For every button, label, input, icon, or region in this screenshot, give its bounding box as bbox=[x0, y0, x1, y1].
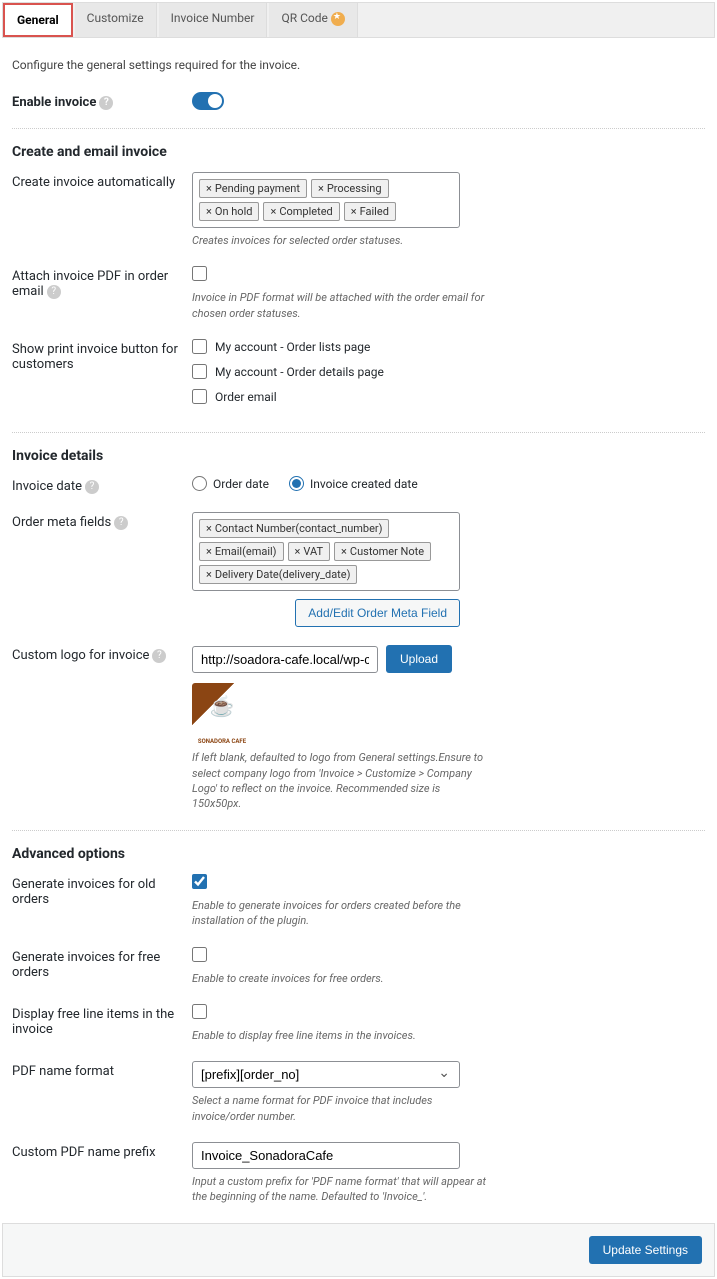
pdf-name-select[interactable]: [prefix][order_no] bbox=[192, 1061, 460, 1088]
tag-item[interactable]: On hold bbox=[199, 202, 259, 221]
order-meta-label: Order meta fields? bbox=[12, 512, 192, 530]
pdf-name-label: PDF name format bbox=[12, 1061, 192, 1079]
invoice-date-radio-order[interactable] bbox=[192, 476, 207, 491]
divider bbox=[12, 830, 705, 831]
divider bbox=[12, 128, 705, 129]
pdf-name-help: Select a name format for PDF invoice tha… bbox=[192, 1093, 492, 1124]
help-icon[interactable]: ? bbox=[47, 285, 61, 299]
logo-label: Custom logo for invoice? bbox=[12, 645, 192, 663]
gen-old-help: Enable to generate invoices for orders c… bbox=[192, 898, 492, 929]
section-advanced: Advanced options bbox=[12, 846, 705, 862]
section-invoice-details: Invoice details bbox=[12, 448, 705, 464]
intro-text: Configure the general settings required … bbox=[12, 58, 705, 72]
attach-pdf-label: Attach invoice PDF in order email? bbox=[12, 266, 192, 299]
enable-invoice-toggle[interactable] bbox=[192, 92, 224, 110]
logo-preview bbox=[192, 683, 252, 728]
logo-brand: SONADORA CAFE bbox=[192, 738, 252, 745]
show-print-label: Show print invoice button for customers bbox=[12, 339, 192, 372]
print-opt-checkbox[interactable] bbox=[192, 364, 207, 379]
print-opt-checkbox[interactable] bbox=[192, 389, 207, 404]
print-opt-label: My account - Order details page bbox=[215, 365, 384, 379]
tag-item[interactable]: Delivery Date(delivery_date) bbox=[199, 565, 357, 584]
add-meta-button[interactable]: Add/Edit Order Meta Field bbox=[295, 599, 460, 627]
footer-bar: Update Settings bbox=[2, 1223, 715, 1277]
tab-qr-code[interactable]: QR Code bbox=[269, 3, 357, 37]
invoice-date-label: Invoice date? bbox=[12, 476, 192, 494]
gen-free-help: Enable to create invoices for free order… bbox=[192, 971, 492, 986]
gen-old-label: Generate invoices for old orders bbox=[12, 874, 192, 907]
tab-invoice-number[interactable]: Invoice Number bbox=[159, 3, 268, 37]
help-icon[interactable]: ? bbox=[114, 516, 128, 530]
logo-url-input[interactable] bbox=[192, 646, 378, 673]
crown-icon bbox=[331, 12, 345, 26]
tab-general[interactable]: General bbox=[3, 3, 73, 37]
upload-button[interactable]: Upload bbox=[386, 645, 452, 673]
radio-label: Invoice created date bbox=[310, 477, 418, 491]
tag-item[interactable]: Customer Note bbox=[334, 542, 431, 561]
gen-old-checkbox[interactable] bbox=[192, 874, 207, 889]
tag-item[interactable]: Completed bbox=[263, 202, 339, 221]
pdf-prefix-input[interactable] bbox=[192, 1142, 460, 1169]
create-auto-help: Creates invoices for selected order stat… bbox=[192, 233, 492, 248]
attach-pdf-help: Invoice in PDF format will be attached w… bbox=[192, 290, 492, 321]
help-icon[interactable]: ? bbox=[85, 480, 99, 494]
gen-free-checkbox[interactable] bbox=[192, 947, 207, 962]
update-settings-button[interactable]: Update Settings bbox=[589, 1236, 702, 1264]
print-opt-checkbox[interactable] bbox=[192, 339, 207, 354]
radio-label: Order date bbox=[213, 477, 269, 491]
disp-free-label: Display free line items in the invoice bbox=[12, 1004, 192, 1037]
tag-item[interactable]: Email(email) bbox=[199, 542, 284, 561]
tab-customize[interactable]: Customize bbox=[75, 3, 157, 37]
tabs-bar: General Customize Invoice Number QR Code bbox=[2, 2, 715, 38]
section-create-email: Create and email invoice bbox=[12, 144, 705, 160]
help-icon[interactable]: ? bbox=[152, 649, 166, 663]
help-icon[interactable]: ? bbox=[99, 96, 113, 110]
pdf-prefix-help: Input a custom prefix for 'PDF name form… bbox=[192, 1174, 492, 1205]
pdf-prefix-label: Custom PDF name prefix bbox=[12, 1142, 192, 1160]
print-opt-label: Order email bbox=[215, 390, 277, 404]
logo-help: If left blank, defaulted to logo from Ge… bbox=[192, 750, 492, 812]
invoice-date-radio-created[interactable] bbox=[289, 476, 304, 491]
order-meta-tagbox[interactable]: Contact Number(contact_number) Email(ema… bbox=[192, 512, 460, 591]
tag-item[interactable]: Contact Number(contact_number) bbox=[199, 519, 389, 538]
attach-pdf-checkbox[interactable] bbox=[192, 266, 207, 281]
tag-item[interactable]: Failed bbox=[344, 202, 396, 221]
create-auto-label: Create invoice automatically bbox=[12, 172, 192, 190]
tag-item[interactable]: Processing bbox=[311, 179, 389, 198]
disp-free-help: Enable to display free line items in the… bbox=[192, 1028, 492, 1043]
print-opt-label: My account - Order lists page bbox=[215, 340, 370, 354]
create-auto-tagbox[interactable]: Pending payment Processing On hold Compl… bbox=[192, 172, 460, 228]
gen-free-label: Generate invoices for free orders bbox=[12, 947, 192, 980]
divider bbox=[12, 432, 705, 433]
tag-item[interactable]: Pending payment bbox=[199, 179, 307, 198]
enable-invoice-label: Enable invoice? bbox=[12, 92, 192, 110]
disp-free-checkbox[interactable] bbox=[192, 1004, 207, 1019]
tag-item[interactable]: VAT bbox=[288, 542, 331, 561]
